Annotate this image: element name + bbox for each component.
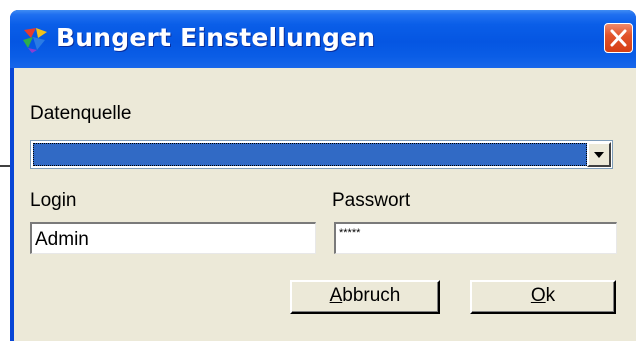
dialog-body: Datenquelle Login Admin Passwort ***** A… — [14, 68, 636, 341]
ok-button-label: k — [545, 285, 556, 306]
cancel-button-accelerator: A — [329, 285, 343, 306]
window-title: Bungert Einstellungen — [56, 23, 376, 52]
datasource-selected-value — [33, 143, 587, 166]
cancel-button[interactable]: Abbruch — [290, 280, 440, 314]
ok-button-accelerator: O — [530, 285, 546, 306]
login-label: Login — [30, 190, 77, 211]
password-label: Passwort — [332, 190, 411, 211]
ok-button[interactable]: Ok — [470, 280, 616, 314]
close-button[interactable] — [604, 23, 633, 53]
datasource-combobox[interactable] — [30, 140, 613, 169]
dropdown-button[interactable] — [587, 142, 611, 167]
chevron-down-icon — [594, 152, 604, 158]
cancel-button-label: bbruch — [342, 285, 401, 306]
password-value: ***** — [339, 227, 361, 239]
datasource-label: Datenquelle — [30, 103, 132, 124]
settings-dialog: Bungert Einstellungen Datenquelle Login — [10, 10, 636, 341]
screenshot-canvas: Bungert Einstellungen Datenquelle Login — [0, 0, 636, 341]
app-icon — [23, 28, 47, 53]
login-value: Admin — [35, 229, 89, 250]
close-icon — [610, 29, 627, 47]
password-input[interactable]: ***** — [334, 222, 617, 254]
login-input[interactable]: Admin — [30, 222, 316, 254]
title-bar[interactable]: Bungert Einstellungen — [10, 10, 636, 68]
